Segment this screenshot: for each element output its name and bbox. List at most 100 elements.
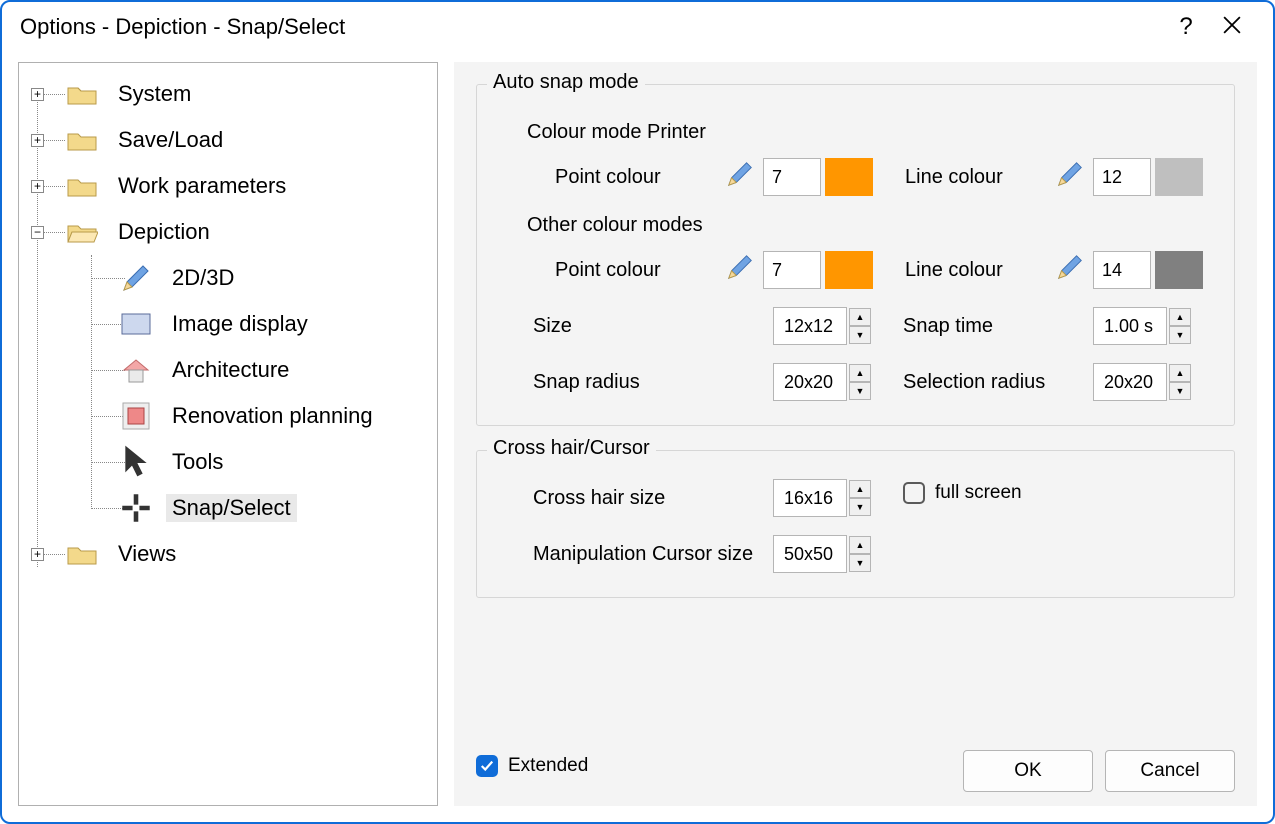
folder-icon (66, 538, 98, 570)
extended-label: Extended (508, 755, 588, 777)
tree-item-2d3d[interactable]: 2D/3D (25, 255, 431, 301)
tree-item-depiction[interactable]: − Depiction (25, 209, 431, 255)
cross-hair-input[interactable] (773, 479, 847, 517)
spin-down-icon[interactable]: ▼ (849, 326, 871, 344)
line-colour-label: Line colour (905, 259, 1055, 282)
tree-label: Save/Load (112, 126, 229, 154)
selection-radius-input[interactable] (1093, 363, 1167, 401)
manip-cursor-input[interactable] (773, 535, 847, 573)
spin-up-icon[interactable]: ▲ (849, 364, 871, 382)
printer-mode-heading: Colour mode Printer (527, 121, 1212, 144)
tree-label: Snap/Select (166, 494, 297, 522)
selection-radius-label: Selection radius (903, 371, 1093, 394)
tree-item-renovation[interactable]: Renovation planning (25, 393, 431, 439)
expand-icon[interactable]: + (31, 134, 44, 147)
cross-hair-spinner[interactable]: ▲▼ (773, 479, 871, 517)
cursor-group: Cross hair/Cursor Cross hair size ▲▼ ful… (476, 450, 1235, 598)
titlebar: Options - Depiction - Snap/Select ? (2, 2, 1273, 52)
tree-item-work-parameters[interactable]: + Work parameters (25, 163, 431, 209)
other-modes-heading: Other colour modes (527, 214, 1212, 237)
spin-down-icon[interactable]: ▼ (1169, 382, 1191, 400)
tree-label: Renovation planning (166, 402, 379, 430)
spin-up-icon[interactable]: ▲ (1169, 308, 1191, 326)
crosshair-icon (120, 492, 152, 524)
snap-radius-label: Snap radius (533, 371, 773, 394)
spin-down-icon[interactable]: ▼ (849, 382, 871, 400)
help-icon[interactable]: ? (1163, 13, 1209, 41)
snap-time-label: Snap time (903, 315, 1093, 338)
close-icon[interactable] (1209, 13, 1255, 41)
tree-item-snap-select[interactable]: Snap/Select (25, 485, 431, 531)
tree-item-architecture[interactable]: Architecture (25, 347, 431, 393)
tree-label: 2D/3D (166, 264, 240, 292)
size-input[interactable] (773, 307, 847, 345)
tree-item-save-load[interactable]: + Save/Load (25, 117, 431, 163)
pick-colour-icon[interactable] (1055, 159, 1085, 195)
spin-up-icon[interactable]: ▲ (849, 480, 871, 498)
folder-open-icon (66, 216, 98, 248)
spin-down-icon[interactable]: ▼ (849, 498, 871, 516)
renovation-icon (120, 400, 152, 432)
folder-icon (66, 170, 98, 202)
other-line-colour-input[interactable] (1093, 251, 1151, 289)
spin-up-icon[interactable]: ▲ (849, 308, 871, 326)
manip-cursor-spinner[interactable]: ▲▼ (773, 535, 871, 573)
pencil-icon (120, 262, 152, 294)
tree-item-views[interactable]: + Views (25, 531, 431, 577)
cursor-icon (120, 446, 152, 478)
snap-radius-input[interactable] (773, 363, 847, 401)
tree-item-tools[interactable]: Tools (25, 439, 431, 485)
size-label: Size (533, 315, 773, 338)
extended-checkbox[interactable] (476, 755, 498, 777)
ok-button[interactable]: OK (963, 750, 1093, 792)
spin-up-icon[interactable]: ▲ (1169, 364, 1191, 382)
folder-icon (66, 78, 98, 110)
image-display-icon (120, 308, 152, 340)
line-colour-label: Line colour (905, 166, 1055, 189)
snap-radius-spinner[interactable]: ▲▼ (773, 363, 871, 401)
cancel-button[interactable]: Cancel (1105, 750, 1235, 792)
spin-down-icon[interactable]: ▼ (1169, 326, 1191, 344)
printer-point-colour-input[interactable] (763, 158, 821, 196)
point-colour-label: Point colour (555, 166, 725, 189)
options-dialog: Options - Depiction - Snap/Select ? + Sy… (0, 0, 1275, 824)
auto-snap-group: Auto snap mode Colour mode Printer Point… (476, 84, 1235, 426)
selection-radius-spinner[interactable]: ▲▼ (1093, 363, 1191, 401)
pick-colour-icon[interactable] (1055, 252, 1085, 288)
content-panel: Auto snap mode Colour mode Printer Point… (454, 62, 1257, 806)
collapse-icon[interactable]: − (31, 226, 44, 239)
tree-label: Tools (166, 448, 229, 476)
tree-label: Depiction (112, 218, 216, 246)
tree-label: System (112, 80, 197, 108)
tree-label: Work parameters (112, 172, 292, 200)
folder-icon (66, 124, 98, 156)
tree-item-system[interactable]: + System (25, 71, 431, 117)
pick-colour-icon[interactable] (725, 252, 755, 288)
pick-colour-icon[interactable] (725, 159, 755, 195)
other-line-swatch[interactable] (1155, 251, 1203, 289)
tree-item-image-display[interactable]: Image display (25, 301, 431, 347)
tree-label: Architecture (166, 356, 295, 384)
expand-icon[interactable]: + (31, 180, 44, 193)
group-title: Auto snap mode (487, 71, 645, 94)
printer-line-colour-input[interactable] (1093, 158, 1151, 196)
point-colour-label: Point colour (555, 259, 725, 282)
nav-tree: + System + Save/Load + (18, 62, 438, 806)
spin-down-icon[interactable]: ▼ (849, 554, 871, 572)
full-screen-checkbox[interactable] (903, 482, 925, 504)
other-point-colour-input[interactable] (763, 251, 821, 289)
size-spinner[interactable]: ▲▼ (773, 307, 871, 345)
expand-icon[interactable]: + (31, 548, 44, 561)
snap-time-spinner[interactable]: ▲▼ (1093, 307, 1191, 345)
expand-icon[interactable]: + (31, 88, 44, 101)
printer-line-swatch[interactable] (1155, 158, 1203, 196)
manip-cursor-label: Manipulation Cursor size (533, 542, 773, 566)
spin-up-icon[interactable]: ▲ (849, 536, 871, 554)
group-title: Cross hair/Cursor (487, 437, 656, 460)
snap-time-input[interactable] (1093, 307, 1167, 345)
other-point-swatch[interactable] (825, 251, 873, 289)
house-icon (120, 354, 152, 386)
cross-hair-label: Cross hair size (533, 487, 773, 510)
printer-point-swatch[interactable] (825, 158, 873, 196)
tree-label: Image display (166, 310, 314, 338)
